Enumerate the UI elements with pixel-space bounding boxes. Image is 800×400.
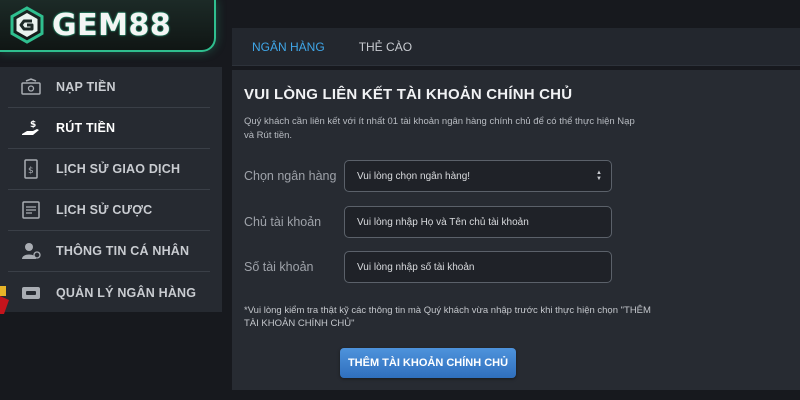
verification-note: *Vui lòng kiểm tra thật kỹ các thông tin…	[244, 305, 651, 329]
account-holder-placeholder: Vui lòng nhập Họ và Tên chủ tài khoản	[357, 216, 529, 228]
sidebar-item-withdraw[interactable]: $ RÚT TIỀN	[8, 108, 210, 149]
sidebar-item-transaction-history[interactable]: $ LỊCH SỬ GIAO DỊCH	[8, 149, 210, 190]
sidebar-item-bet-history[interactable]: LỊCH SỬ CƯỢC	[8, 190, 210, 231]
bottom-bar	[232, 390, 800, 400]
account-holder-label: Chủ tài khoản	[244, 215, 322, 229]
bank-select-value: Vui lòng chọn ngân hàng!	[357, 170, 471, 182]
svg-text:$: $	[28, 166, 34, 176]
withdraw-page: GEM88 NẠP TIỀN $ RÚT TIỀN $ LỊCH SỬ GIAO…	[0, 0, 800, 400]
withdraw-hand-icon: $	[20, 117, 42, 139]
tab-scratch-card[interactable]: THẺ CÀO	[359, 30, 412, 64]
transaction-history-icon: $	[20, 158, 42, 180]
bank-select[interactable]: Vui lòng chọn ngân hàng! ▲ ▼	[344, 160, 612, 192]
account-holder-row: Chủ tài khoản Vui lòng nhập Họ và Tên ch…	[244, 206, 612, 238]
panel-title: VUI LÒNG LIÊN KẾT TÀI KHOẢN CHÍNH CHỦ	[244, 86, 573, 103]
bank-card-icon	[20, 282, 42, 304]
user-settings-icon	[20, 240, 42, 262]
sidebar-item-label: QUẢN LÝ NGÂN HÀNG	[56, 285, 197, 300]
link-bank-panel: VUI LÒNG LIÊN KẾT TÀI KHOẢN CHÍNH CHỦ Qu…	[232, 70, 800, 390]
sidebar-item-deposit[interactable]: NẠP TIỀN	[8, 67, 210, 108]
sidebar-item-label: LỊCH SỬ GIAO DỊCH	[56, 162, 181, 176]
bank-select-label: Chọn ngân hàng	[244, 169, 337, 183]
svg-text:$: $	[30, 120, 36, 130]
account-sidebar: NẠP TIỀN $ RÚT TIỀN $ LỊCH SỬ GIAO DỊCH …	[0, 67, 222, 312]
brand-name: GEM88	[52, 7, 172, 43]
account-number-label: Số tài khoản	[244, 260, 314, 274]
sidebar-item-label: THÔNG TIN CÁ NHÂN	[56, 244, 190, 258]
sidebar-item-personal-info[interactable]: THÔNG TIN CÁ NHÂN	[8, 231, 210, 272]
sidebar-item-label: LỊCH SỬ CƯỢC	[56, 203, 153, 217]
brand-logo[interactable]: GEM88	[0, 0, 216, 52]
add-account-button[interactable]: THÊM TÀI KHOẢN CHÍNH CHỦ	[340, 348, 516, 378]
payment-method-tabs: NGÂN HÀNG THẺ CÀO	[232, 28, 800, 66]
sidebar-item-label: RÚT TIỀN	[56, 121, 116, 135]
account-number-placeholder: Vui lòng nhập số tài khoản	[357, 261, 475, 273]
select-arrows-icon: ▲ ▼	[596, 170, 602, 182]
bank-select-row: Chọn ngân hàng Vui lòng chọn ngân hàng! …	[244, 160, 612, 192]
sidebar-item-label: NẠP TIỀN	[56, 80, 116, 94]
bet-history-icon	[20, 199, 42, 221]
gem-logo-icon	[6, 4, 48, 46]
panel-description: Quý khách cần liên kết với ít nhất 01 tà…	[244, 116, 635, 141]
account-holder-input[interactable]: Vui lòng nhập Họ và Tên chủ tài khoản	[344, 206, 612, 238]
account-number-row: Số tài khoản Vui lòng nhập số tài khoản	[244, 251, 612, 283]
side-decoration	[0, 286, 10, 314]
sidebar-item-bank-management[interactable]: QUẢN LÝ NGÂN HÀNG	[8, 272, 210, 313]
top-bar	[216, 0, 800, 28]
account-number-input[interactable]: Vui lòng nhập số tài khoản	[344, 251, 612, 283]
tab-bank[interactable]: NGÂN HÀNG	[252, 30, 325, 64]
deposit-icon	[20, 76, 42, 98]
